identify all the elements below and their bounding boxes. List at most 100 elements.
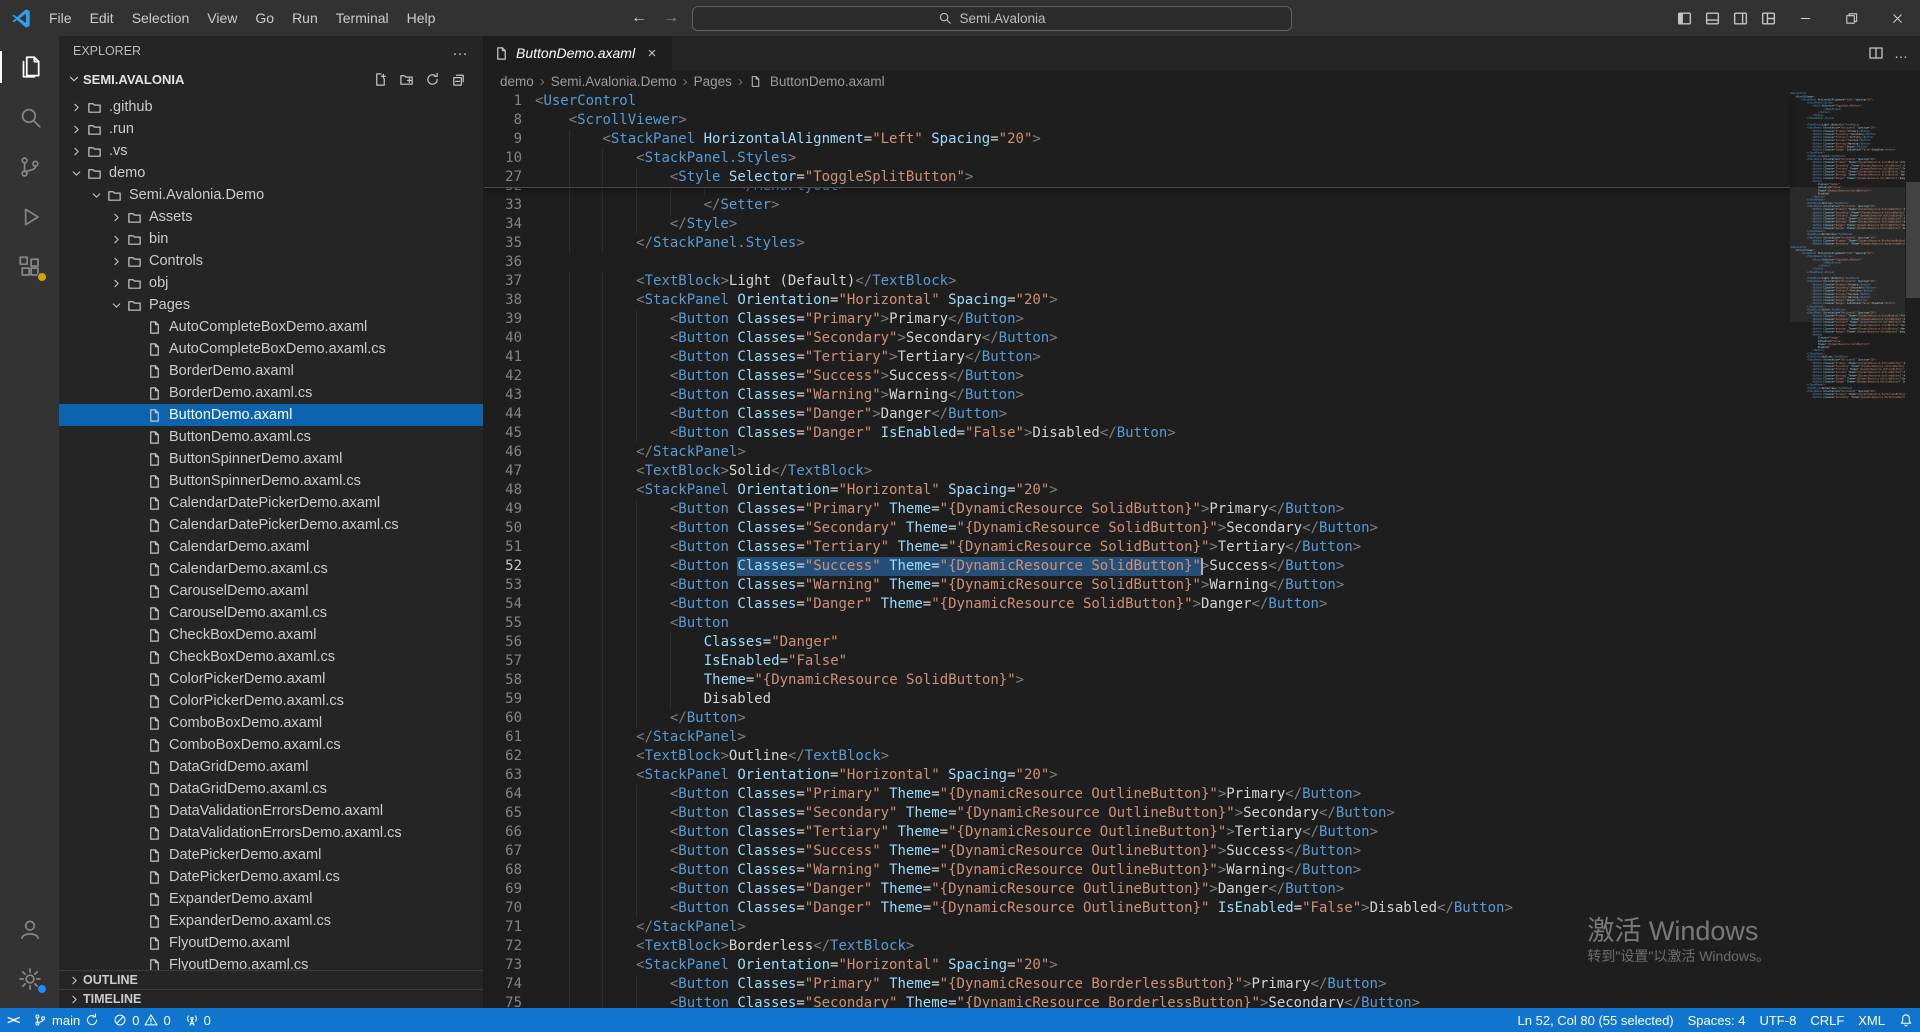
tree-item-datepickerdemo.axaml[interactable]: DatePickerDemo.axaml (59, 844, 483, 866)
menu-go[interactable]: Go (246, 5, 283, 31)
code-line[interactable]: 35 </StackPanel.Styles> (484, 234, 1790, 253)
code-line[interactable]: 27 <Style Selector="ToggleSplitButton"> (484, 168, 1790, 187)
menu-file[interactable]: File (40, 5, 81, 31)
menu-selection[interactable]: Selection (123, 5, 199, 31)
code-line[interactable]: 46 </StackPanel> (484, 443, 1790, 462)
minimap[interactable]: <UserControl <ScrollViewer> <StackPanel … (1790, 92, 1905, 1008)
code-line[interactable]: 63 <StackPanel Orientation="Horizontal" … (484, 766, 1790, 785)
breadcrumb-item[interactable]: Pages (694, 74, 732, 89)
code-line[interactable]: 61 </StackPanel> (484, 728, 1790, 747)
code-line[interactable]: 48 <StackPanel Orientation="Horizontal" … (484, 481, 1790, 500)
code-line[interactable]: 36 (484, 253, 1790, 272)
tree-item-buttondemo.axaml.cs[interactable]: ButtonDemo.axaml.cs (59, 426, 483, 448)
customize-layout-icon[interactable] (1754, 0, 1782, 36)
tree-item-calendardatepickerdemo.axaml.cs[interactable]: CalendarDatePickerDemo.axaml.cs (59, 514, 483, 536)
tree-item-checkboxdemo.axaml[interactable]: CheckBoxDemo.axaml (59, 624, 483, 646)
tree-item-semi.avalonia.demo[interactable]: Semi.Avalonia.Demo (59, 184, 483, 206)
command-center-search[interactable]: Semi.Avalonia (692, 6, 1292, 31)
tree-item-colorpickerdemo.axaml.cs[interactable]: ColorPickerDemo.axaml.cs (59, 690, 483, 712)
code-line[interactable]: 53 <Button Classes="Warning" Theme="{Dyn… (484, 576, 1790, 595)
tree-item-datavalidationerrorsdemo.axaml[interactable]: DataValidationErrorsDemo.axaml (59, 800, 483, 822)
menu-view[interactable]: View (198, 5, 246, 31)
tree-item-.run[interactable]: .run (59, 118, 483, 140)
tree-item-calendardatepickerdemo.axaml[interactable]: CalendarDatePickerDemo.axaml (59, 492, 483, 514)
tree-item-comboboxdemo.axaml.cs[interactable]: ComboBoxDemo.axaml.cs (59, 734, 483, 756)
activity-account-icon[interactable] (0, 904, 59, 954)
go-forward-button[interactable]: → (660, 9, 682, 27)
menu-edit[interactable]: Edit (81, 5, 123, 31)
split-editor-icon[interactable] (1868, 45, 1884, 61)
tree-item-datavalidationerrorsdemo.axaml.cs[interactable]: DataValidationErrorsDemo.axaml.cs (59, 822, 483, 844)
tree-item-checkboxdemo.axaml.cs[interactable]: CheckBoxDemo.axaml.cs (59, 646, 483, 668)
timeline-section[interactable]: TIMELINE (59, 989, 483, 1008)
go-back-button[interactable]: ← (628, 9, 650, 27)
toggle-primary-sidebar-icon[interactable] (1670, 0, 1698, 36)
cursor-position[interactable]: Ln 52, Col 80 (55 selected) (1511, 1008, 1681, 1032)
code-line[interactable]: 1<UserControl (484, 92, 1790, 111)
tree-item-carouseldemo.axaml.cs[interactable]: CarouselDemo.axaml.cs (59, 602, 483, 624)
tree-item-autocompleteboxdemo.axaml[interactable]: AutoCompleteBoxDemo.axaml (59, 316, 483, 338)
breadcrumb-item[interactable]: ButtonDemo.axaml (770, 74, 885, 89)
tree-item-calendardemo.axaml.cs[interactable]: CalendarDemo.axaml.cs (59, 558, 483, 580)
tree-item-datepickerdemo.axaml.cs[interactable]: DatePickerDemo.axaml.cs (59, 866, 483, 888)
code-line[interactable]: 60 </Button> (484, 709, 1790, 728)
code-line[interactable]: 59 Disabled (484, 690, 1790, 709)
breadcrumb-item[interactable]: Semi.Avalonia.Demo (551, 74, 677, 89)
code-line[interactable]: 37 <TextBlock>Light (Default)</TextBlock… (484, 272, 1790, 291)
new-folder-icon[interactable] (395, 68, 417, 90)
activity-run-debug-icon[interactable] (0, 192, 59, 242)
code-line[interactable]: 75 <Button Classes="Secondary" Theme="{D… (484, 994, 1790, 1008)
activity-extensions-icon[interactable] (0, 242, 59, 292)
tree-item-flyoutdemo.axaml.cs[interactable]: FlyoutDemo.axaml.cs (59, 954, 483, 970)
eol-status[interactable]: CRLF (1803, 1008, 1851, 1032)
code-line[interactable]: 68 <Button Classes="Warning" Theme="{Dyn… (484, 861, 1790, 880)
encoding-status[interactable]: UTF-8 (1752, 1008, 1803, 1032)
code-line[interactable]: 41 <Button Classes="Tertiary">Tertiary</… (484, 348, 1790, 367)
code-line[interactable]: 58 Theme="{DynamicResource SolidButton}"… (484, 671, 1790, 690)
tab-buttondemo-axaml[interactable]: ButtonDemo.axaml × (484, 36, 673, 70)
code-line[interactable]: 62 <TextBlock>Outline</TextBlock> (484, 747, 1790, 766)
menu-terminal[interactable]: Terminal (327, 5, 398, 31)
code-line[interactable]: 56 Classes="Danger" (484, 633, 1790, 652)
code-line[interactable]: 67 <Button Classes="Success" Theme="{Dyn… (484, 842, 1790, 861)
code-line[interactable]: 43 <Button Classes="Warning">Warning</Bu… (484, 386, 1790, 405)
tree-item-autocompleteboxdemo.axaml.cs[interactable]: AutoCompleteBoxDemo.axaml.cs (59, 338, 483, 360)
ports-status[interactable]: 0 (178, 1008, 218, 1032)
code-line[interactable]: 49 <Button Classes="Primary" Theme="{Dyn… (484, 500, 1790, 519)
code-line[interactable]: 50 <Button Classes="Secondary" Theme="{D… (484, 519, 1790, 538)
code-line[interactable]: 66 <Button Classes="Tertiary" Theme="{Dy… (484, 823, 1790, 842)
tree-item-expanderdemo.axaml.cs[interactable]: ExpanderDemo.axaml.cs (59, 910, 483, 932)
code-line[interactable]: 34 </Style> (484, 215, 1790, 234)
menu-run[interactable]: Run (283, 5, 327, 31)
code-line[interactable]: 40 <Button Classes="Secondary">Secondary… (484, 329, 1790, 348)
editor-scrollbar[interactable] (1906, 182, 1920, 298)
tree-item-assets[interactable]: Assets (59, 206, 483, 228)
activity-source-control-icon[interactable] (0, 142, 59, 192)
code-line[interactable]: 74 <Button Classes="Primary" Theme="{Dyn… (484, 975, 1790, 994)
refresh-icon[interactable] (421, 68, 443, 90)
code-line[interactable]: 55 <Button (484, 614, 1790, 633)
close-button[interactable] (1874, 0, 1920, 36)
activity-explorer-icon[interactable] (0, 42, 59, 92)
tree-item-comboboxdemo.axaml[interactable]: ComboBoxDemo.axaml (59, 712, 483, 734)
code-line[interactable]: 8 <ScrollViewer> (484, 111, 1790, 130)
more-actions-icon[interactable]: … (1894, 45, 1908, 61)
tree-item-.vs[interactable]: .vs (59, 140, 483, 162)
tree-item-pages[interactable]: Pages (59, 294, 483, 316)
code-line[interactable]: 38 <StackPanel Orientation="Horizontal" … (484, 291, 1790, 310)
tree-item-datagriddemo.axaml.cs[interactable]: DataGridDemo.axaml.cs (59, 778, 483, 800)
toggle-secondary-sidebar-icon[interactable] (1726, 0, 1754, 36)
tree-item-buttonspinnerdemo.axaml.cs[interactable]: ButtonSpinnerDemo.axaml.cs (59, 470, 483, 492)
explorer-more-actions-icon[interactable]: … (452, 42, 469, 60)
code-line[interactable]: 10 <StackPanel.Styles> (484, 149, 1790, 168)
minimize-button[interactable] (1782, 0, 1828, 36)
code-line[interactable]: 52 <Button Classes="Success" Theme="{Dyn… (484, 557, 1790, 576)
tree-item-flyoutdemo.axaml[interactable]: FlyoutDemo.axaml (59, 932, 483, 954)
code-line[interactable]: 57 IsEnabled="False" (484, 652, 1790, 671)
breadcrumb-item[interactable]: demo (500, 74, 534, 89)
tree-item-.github[interactable]: .github (59, 96, 483, 118)
tree-item-carouseldemo.axaml[interactable]: CarouselDemo.axaml (59, 580, 483, 602)
code-line[interactable]: 51 <Button Classes="Tertiary" Theme="{Dy… (484, 538, 1790, 557)
code-line[interactable]: 54 <Button Classes="Danger" Theme="{Dyna… (484, 595, 1790, 614)
language-mode[interactable]: XML (1851, 1008, 1892, 1032)
